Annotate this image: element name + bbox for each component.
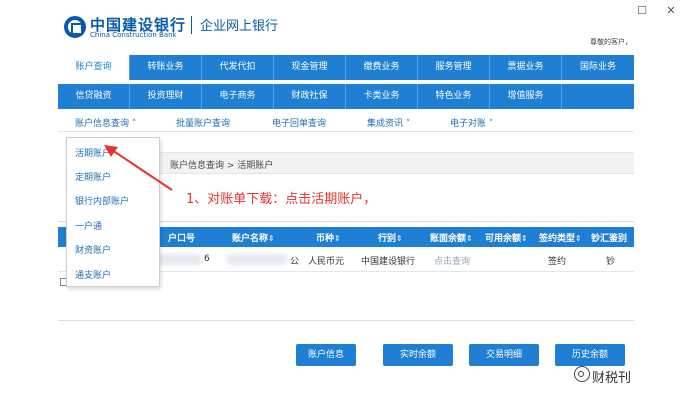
breadcrumb-bar: 账户信息查询 > 活期账户 [160, 152, 634, 174]
sign-type-cell: 签约 [548, 257, 567, 267]
realtime-balance-button[interactable]: 实时余额 [383, 344, 453, 366]
account-number-suffix: 6 [204, 254, 210, 264]
nav-item-ecommerce[interactable]: 电子商务 [202, 84, 274, 109]
watermark-text: 财税刊 [592, 371, 632, 386]
nav-item-investment[interactable]: 投资理财 [130, 84, 202, 109]
sub-nav: 账户信息查询 ˄ 批量账户查询 电子回单查询 集成资讯 ˅ 电子对账 ˅ [58, 112, 634, 132]
dropdown-item-general-account[interactable]: 通支账户 [75, 268, 111, 281]
ccb-logo-icon [64, 16, 86, 38]
nav-item-international[interactable]: 国际业务 [562, 55, 634, 80]
sort-icon: ⇕ [268, 234, 275, 243]
col-cash-identify[interactable]: 钞汇鉴别 [591, 231, 627, 244]
nav-item-payroll[interactable]: 代发代扣 [202, 55, 274, 80]
bank-subtitle: 企业网上银行 [200, 19, 279, 34]
cash-cell: 钞 [606, 257, 616, 267]
transaction-detail-button[interactable]: 交易明细 [469, 344, 539, 366]
account-name-fragment: 公 [290, 257, 300, 267]
nav-item-empty [562, 84, 634, 109]
bank-header: 中国建设银行 China Construction Bank 企业网上银行 尊敬… [58, 10, 634, 48]
subnav-e-reconciliation[interactable]: 电子对账 ˅ [450, 116, 493, 129]
nav-item-transfer[interactable]: 转账业务 [130, 55, 202, 80]
dropdown-item-treasury-account[interactable]: 财资账户 [75, 243, 111, 256]
nav-item-card[interactable]: 卡类业务 [346, 84, 418, 109]
subnav-account-info[interactable]: 账户信息查询 ˄ [75, 116, 136, 129]
col-currency[interactable]: 币种⇕ [316, 231, 341, 244]
table-bottom-border [58, 320, 634, 321]
nav-item-cash-management[interactable]: 现金管理 [274, 55, 346, 80]
nav-item-bill-payment[interactable]: 缴费业务 [346, 55, 418, 80]
logo-divider [191, 16, 192, 34]
subnav-e-receipt[interactable]: 电子回单查询 [272, 116, 326, 129]
currency-cell: 人民币元 [308, 257, 345, 267]
maximize-button[interactable]: ☐ [635, 4, 649, 18]
nav-item-notes[interactable]: 票据业务 [490, 55, 562, 80]
annotation-arrow-icon [104, 145, 173, 191]
sort-icon: ⇕ [575, 234, 582, 243]
col-account-name[interactable]: 账户名称⇕ [232, 231, 275, 244]
account-info-button[interactable]: 账户信息 [296, 344, 356, 366]
subnav-batch-account[interactable]: 批量账户查询 [176, 116, 230, 129]
col-sign-type[interactable]: 签约类型⇕ [539, 231, 582, 244]
bank-name-en: China Construction Bank [90, 31, 177, 39]
sort-icon: ⇕ [521, 234, 528, 243]
nav-item-service-management[interactable]: 服务管理 [418, 55, 490, 80]
nav-item-credit[interactable]: 信贷融资 [58, 84, 130, 109]
nav-item-special[interactable]: 特色业务 [418, 84, 490, 109]
history-balance-button[interactable]: 历史余额 [555, 344, 625, 366]
nav-item-value-added[interactable]: 增值服务 [490, 84, 562, 109]
sort-icon: ⇕ [466, 234, 473, 243]
nav-item-fiscal-social[interactable]: 财政社保 [274, 84, 346, 109]
sort-icon: ⇕ [396, 234, 403, 243]
wechat-channel-icon [574, 366, 590, 382]
subnav-integrated-info[interactable]: 集成资讯 ˅ [367, 116, 410, 129]
col-available-balance[interactable]: 可用余额⇕ [485, 231, 528, 244]
masked-account-name [226, 254, 288, 265]
nav-item-account-query[interactable]: 账户查询 [58, 55, 130, 80]
col-book-balance[interactable]: 账面余额⇕ [430, 231, 473, 244]
annotation-text: 1、对账单下载：点击活期账户， [186, 192, 377, 207]
sort-icon: ⇕ [334, 234, 341, 243]
col-account-no[interactable]: 户口号 [168, 231, 195, 244]
col-bank[interactable]: 行别⇕ [378, 231, 403, 244]
welcome-text: 尊敬的客户， [590, 38, 632, 46]
main-nav-row-2: 信贷融资 投资理财 电子商务 财政社保 卡类业务 特色业务 增值服务 [58, 84, 634, 109]
dropdown-item-one-account[interactable]: 一户通 [75, 219, 102, 232]
close-button[interactable]: ✕ [664, 4, 678, 18]
main-nav-row-1: 账户查询 转账业务 代发代扣 现金管理 缴费业务 服务管理 票据业务 国际业务 [58, 55, 634, 80]
bank-cell: 中国建设银行 [361, 257, 416, 267]
balance-query-link[interactable]: 点击查询 [434, 254, 470, 267]
